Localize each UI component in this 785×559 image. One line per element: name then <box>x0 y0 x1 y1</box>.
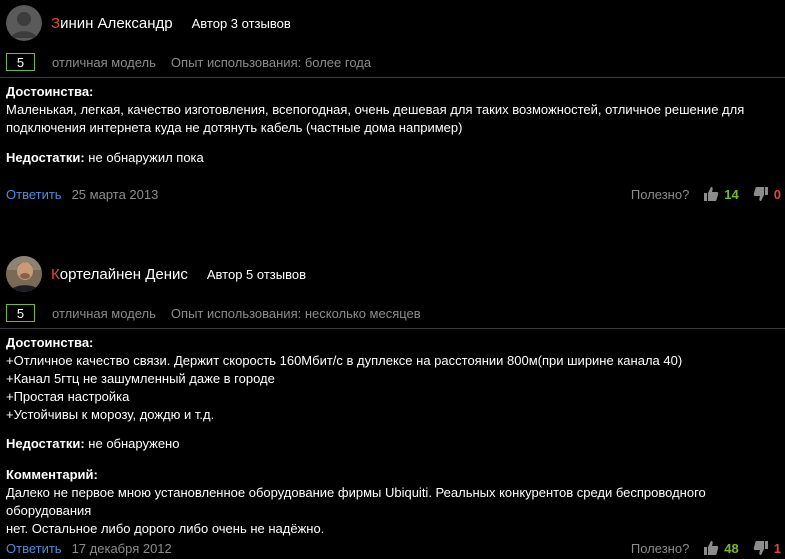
user-avatar[interactable] <box>6 256 42 292</box>
review-1-meta: 5 отличная модель Опыт использования: бо… <box>6 51 371 73</box>
pros-line: +Устойчивы к морозу, дождю и т.д. <box>6 407 215 422</box>
useful-label: Полезно? <box>630 186 690 202</box>
cons-text: не обнаружил пока <box>88 150 204 165</box>
cons-label: Недостатки: <box>6 150 85 165</box>
cons-section: Недостатки: не обнаружено <box>6 435 781 453</box>
review-date: 17 декабря 2012 <box>71 540 172 556</box>
votes-down-count: 1 <box>773 540 781 556</box>
grade-badge: 5 <box>6 53 35 71</box>
votes-down-count: 0 <box>773 186 781 202</box>
pros-label: Достоинства: <box>6 335 94 350</box>
pros-label: Достоинства: <box>6 84 94 99</box>
useful-label: Полезно? <box>630 540 690 556</box>
votes-up-count: 14 <box>724 186 739 202</box>
author-stats: Автор 5 отзывов <box>206 266 306 282</box>
review-1-footer: Ответить 25 марта 2013 Полезно? 14 0 <box>6 185 781 203</box>
reply-link[interactable]: Ответить <box>6 187 62 202</box>
usage-duration: Опыт использования: более года <box>170 54 372 70</box>
divider <box>0 328 785 329</box>
divider <box>0 77 785 78</box>
comment-line: нет. Остальное либо дорого либо очень не… <box>6 521 325 536</box>
cons-text: не обнаружено <box>88 436 180 451</box>
author-name[interactable]: Зинин Александр <box>51 15 173 32</box>
review-date: 25 марта 2013 <box>71 186 159 202</box>
grade-badge: 5 <box>6 304 35 322</box>
votes-up-count: 48 <box>724 540 739 556</box>
comment-label: Комментарий: <box>6 467 98 482</box>
review-2-footer: Ответить 17 декабря 2012 Полезно? 48 1 <box>6 539 781 557</box>
votes: Полезно? 48 1 <box>631 540 781 556</box>
comment-section: Комментарий: Далеко не первое мною устан… <box>6 466 781 538</box>
usage-duration: Опыт использования: несколько месяцев <box>170 305 421 321</box>
thumbs-down-icon[interactable] <box>753 186 769 202</box>
review-2-meta: 5 отличная модель Опыт использования: не… <box>6 302 421 324</box>
pros-section: Достоинства: Маленькая, легкая, качество… <box>6 83 781 137</box>
default-avatar-icon[interactable] <box>6 5 42 41</box>
pros-line: +Простая настройка <box>6 389 130 404</box>
cons-section: Недостатки: не обнаружил пока <box>6 149 781 167</box>
votes: Полезно? 14 0 <box>631 186 781 202</box>
pros-section: Достоинства: +Отличное качество связи. Д… <box>6 334 781 424</box>
review-1-header: Зинин Александр Автор 3 отзывов <box>6 5 291 41</box>
grade-text: отличная модель <box>52 305 156 321</box>
pros-line: +Канал 5гтц не зашумленный даже в городе <box>6 371 275 386</box>
thumbs-down-icon[interactable] <box>753 540 769 556</box>
thumbs-up-icon[interactable] <box>703 186 719 202</box>
pros-line: Маленькая, легкая, качество изготовления… <box>6 102 745 117</box>
comment-line: Далеко не первое мною установленное обор… <box>6 485 706 518</box>
grade-text: отличная модель <box>52 54 156 70</box>
reply-link[interactable]: Ответить <box>6 541 62 556</box>
author-name[interactable]: Кортелайнен Денис <box>51 266 188 283</box>
review-2-header: Кортелайнен Денис Автор 5 отзывов <box>6 256 306 292</box>
pros-line: +Отличное качество связи. Держит скорост… <box>6 353 683 368</box>
author-stats: Автор 3 отзывов <box>191 15 291 31</box>
pros-line: подключения интернета куда не дотянуть к… <box>6 120 463 135</box>
cons-label: Недостатки: <box>6 436 85 451</box>
thumbs-up-icon[interactable] <box>703 540 719 556</box>
